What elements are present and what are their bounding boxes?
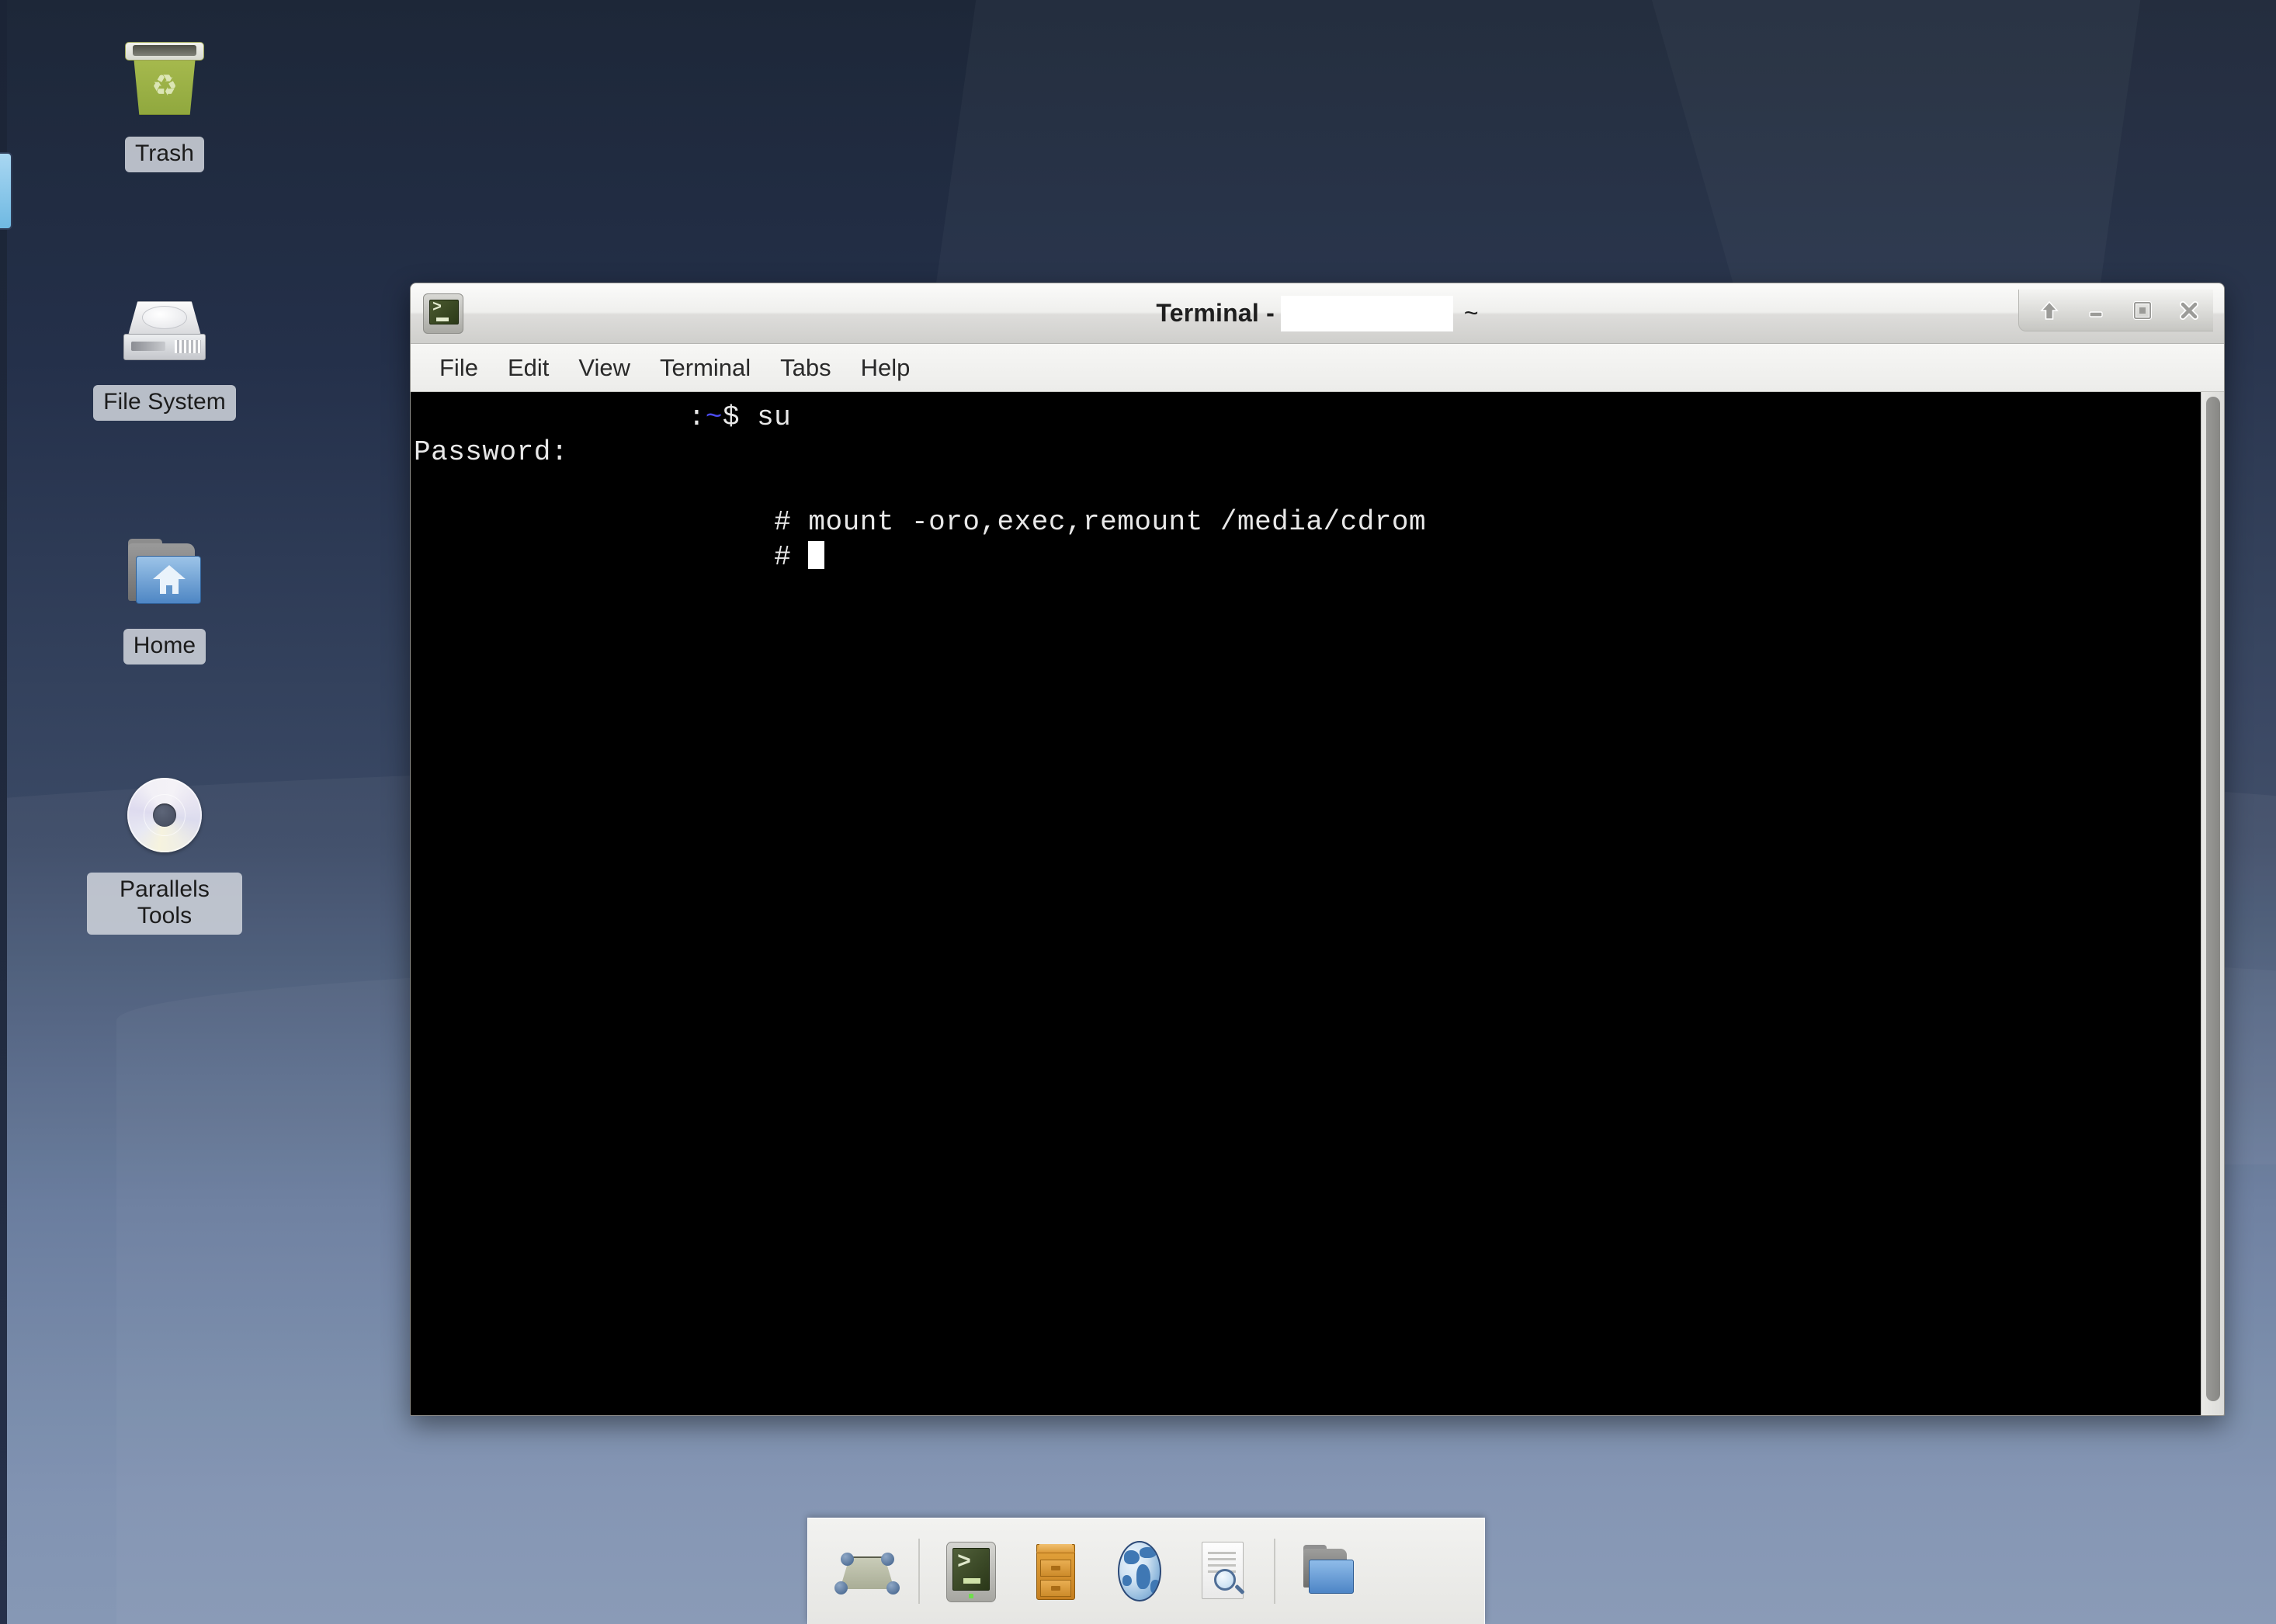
desktop-icon-label: Trash (124, 137, 205, 173)
terminal-line-1-command: $ su (722, 401, 792, 433)
terminal-scrollbar[interactable] (2201, 392, 2224, 1415)
terminal-icon: > (423, 293, 463, 334)
dock-item-archive-manager[interactable] (1013, 1529, 1097, 1613)
desktop-icon-parallels-tools[interactable]: Parallels Tools (87, 765, 242, 935)
terminal-cursor (808, 541, 825, 569)
cdrom-disc-icon (114, 765, 215, 866)
dock-item-file-manager[interactable] (1285, 1529, 1369, 1613)
terminal-line-3: # mount -oro,exec,remount /media/cdrom (414, 506, 1427, 538)
minimize-button[interactable] (2083, 297, 2109, 324)
menu-item-help[interactable]: Help (846, 349, 925, 387)
shade-button[interactable] (2036, 297, 2063, 324)
menu-item-file[interactable]: File (425, 349, 493, 387)
dock-item-web-browser[interactable] (1097, 1529, 1181, 1613)
desktop-icon-label: File System (93, 385, 236, 422)
file-cabinet-icon (1022, 1538, 1088, 1605)
terminal-line-1-prefix (414, 401, 689, 433)
terminal-line-4: # (414, 541, 809, 573)
title-redaction-box (1280, 295, 1453, 331)
desktop[interactable]: ns ♻ Trash File System (0, 0, 2276, 1624)
dock-separator (1274, 1539, 1275, 1604)
dock-panel[interactable]: > (807, 1518, 1485, 1624)
terminal-scrollbar-thumb[interactable] (2206, 397, 2220, 1401)
maximize-button[interactable] (2129, 297, 2156, 324)
harddisk-icon (114, 278, 215, 379)
page-title: Terminal - (1156, 299, 1275, 327)
menu-bar[interactable]: File Edit View Terminal Tabs Help (411, 344, 2224, 392)
dock-item-workspace-switcher[interactable] (825, 1529, 909, 1613)
menu-item-view[interactable]: View (564, 349, 645, 387)
terminal-line-1-colon: : (688, 401, 706, 433)
folder-icon (1293, 1538, 1360, 1605)
desktop-icon-file-system[interactable]: File System (87, 278, 242, 422)
window-controls[interactable] (2018, 290, 2213, 331)
terminal-line-2: Password: (414, 436, 568, 468)
document-magnifier-icon (1189, 1538, 1256, 1605)
close-button[interactable] (2176, 297, 2202, 324)
home-folder-icon (114, 522, 215, 623)
trash-icon: ♻ (114, 29, 215, 130)
desktop-left-edge-strip (0, 0, 7, 1624)
desktop-icon-home[interactable]: Home (87, 522, 242, 665)
window-titlebar[interactable]: > Terminal - ~ (411, 283, 2224, 344)
menu-item-edit[interactable]: Edit (493, 349, 564, 387)
dock-item-document-viewer[interactable] (1181, 1529, 1265, 1613)
window-title-group: Terminal - ~ (411, 283, 2224, 343)
menu-item-tabs[interactable]: Tabs (765, 349, 845, 387)
prompt-glyph: > (432, 298, 442, 317)
terminal-prompt-tilde: ~ (705, 401, 723, 433)
menu-item-terminal[interactable]: Terminal (645, 349, 765, 387)
clipped-desktop-icon-label: ns (0, 252, 1, 276)
dock-separator (918, 1539, 920, 1604)
desktop-icon-label: Parallels Tools (87, 873, 242, 935)
terminal-icon: > (938, 1538, 1004, 1605)
desktop-icon-label: Home (123, 629, 206, 665)
workspace-switcher-icon (834, 1538, 900, 1605)
terminal-content-area[interactable]: :~$ su Password: # mount -oro,exec,remou… (411, 392, 2224, 1415)
terminal-window[interactable]: > Terminal - ~ File Edit View Terminal T… (410, 283, 2225, 1416)
clipped-desktop-icon[interactable] (0, 152, 12, 230)
desktop-icon-trash[interactable]: ♻ Trash (87, 29, 242, 173)
title-path: ~ (1463, 299, 1479, 327)
terminal-output[interactable]: :~$ su Password: # mount -oro,exec,remou… (411, 392, 2201, 1415)
globe-icon (1105, 1538, 1172, 1605)
dock-item-terminal[interactable]: > (929, 1529, 1013, 1613)
